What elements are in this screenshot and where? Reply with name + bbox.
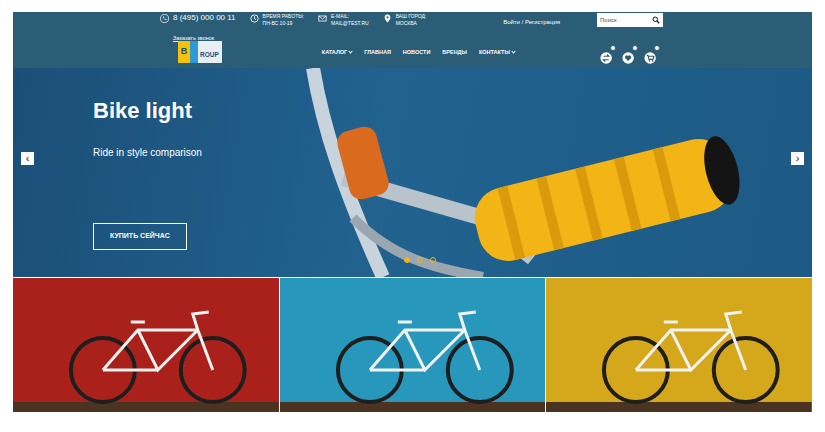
header-actions [600, 45, 660, 59]
city-label: ВАШ ГОРОД: [396, 13, 427, 20]
email-label: E-MAIL: [331, 13, 369, 20]
login-link[interactable]: Войти / Регистрация [503, 18, 560, 27]
nav-item[interactable]: БРЕНДЫ [442, 48, 467, 56]
buy-now-button[interactable]: КУПИТЬ СЕЙЧАС [93, 223, 187, 250]
main-nav: КАТАЛОГ ГЛАВНАЯ НОВОСТИ БРЕНДЫ КОНТАКТЫ [322, 48, 515, 56]
city-value[interactable]: МОСКВА [396, 20, 427, 27]
hours-label: ВРЕМЯ РАБОТЫ: [263, 13, 305, 20]
bicycle-photo-icon [13, 278, 279, 412]
hours-value: ПН-ВС 10-19 [263, 20, 305, 27]
clock-icon [250, 14, 259, 23]
hero-slider: Bike light Ride in style comparison КУПИ… [13, 68, 812, 277]
next-slide-button[interactable]: › [791, 152, 804, 165]
compare-badge [610, 45, 616, 51]
phone-icon [160, 14, 169, 23]
bicycle-photo-icon [280, 278, 546, 412]
category-tiles [13, 278, 812, 412]
main-bar: B ROUP КАТАЛОГ ГЛАВНАЯ НОВОСТИ БРЕНДЫ КОНТАК… [160, 38, 665, 66]
nav-label: КАТАЛОГ [322, 48, 347, 56]
cart-button[interactable] [644, 45, 660, 59]
nav-item[interactable]: ГЛАВНАЯ [364, 48, 391, 56]
nav-label: НОВОСТИ [403, 48, 431, 56]
cart-badge [654, 45, 660, 51]
search-input[interactable] [597, 15, 649, 26]
heart-icon [622, 51, 636, 65]
prev-slide-button[interactable]: ‹ [21, 152, 34, 165]
phone-number[interactable]: 8 (495) 000 00 11 [173, 13, 236, 23]
search-button[interactable] [649, 16, 663, 24]
nav-item[interactable]: КОНТАКТЫ [479, 48, 515, 56]
mail-icon [318, 14, 327, 23]
search-icon [652, 16, 660, 24]
city-block: ВАШ ГОРОД: МОСКВА [383, 13, 427, 26]
category-tile[interactable] [546, 278, 812, 412]
slider-dots [13, 257, 812, 263]
favorites-badge [632, 45, 638, 51]
email-block: E-MAIL: MAIL@TEST.RU [318, 13, 369, 26]
category-tile[interactable] [280, 278, 546, 412]
nav-label: КОНТАКТЫ [479, 48, 510, 56]
nav-item[interactable]: КАТАЛОГ [322, 48, 352, 56]
nav-label: ГЛАВНАЯ [364, 48, 391, 56]
bicycle-photo-icon [546, 278, 812, 412]
slide-subtitle: Ride in style comparison [93, 146, 812, 160]
cart-icon [644, 51, 658, 65]
location-icon [383, 14, 392, 23]
nav-label: БРЕНДЫ [442, 48, 467, 56]
slide-dot[interactable] [430, 257, 436, 263]
search-box [597, 13, 663, 27]
logo[interactable]: B ROUP [178, 41, 222, 63]
slide-dot[interactable] [417, 257, 423, 263]
email-value[interactable]: MAIL@TEST.RU [331, 20, 369, 27]
chevron-down-icon [511, 49, 515, 53]
site-header: 8 (495) 000 00 11 Заказать звонок ВРЕМЯ … [13, 12, 812, 68]
top-bar: 8 (495) 000 00 11 Заказать звонок ВРЕМЯ … [160, 12, 665, 38]
page: 8 (495) 000 00 11 Заказать звонок ВРЕМЯ … [0, 0, 825, 412]
logo-mark: B [178, 41, 190, 63]
nav-item[interactable]: НОВОСТИ [403, 48, 431, 56]
slide-dot[interactable] [404, 257, 410, 263]
hours-block: ВРЕМЯ РАБОТЫ: ПН-ВС 10-19 [250, 13, 305, 26]
compare-button[interactable] [600, 45, 616, 59]
favorites-button[interactable] [622, 45, 638, 59]
chevron-down-icon [349, 49, 353, 53]
category-tile[interactable] [13, 278, 279, 412]
logo-text: ROUP [190, 41, 222, 63]
slide-title: Bike light [93, 98, 812, 124]
compare-icon [600, 51, 614, 65]
